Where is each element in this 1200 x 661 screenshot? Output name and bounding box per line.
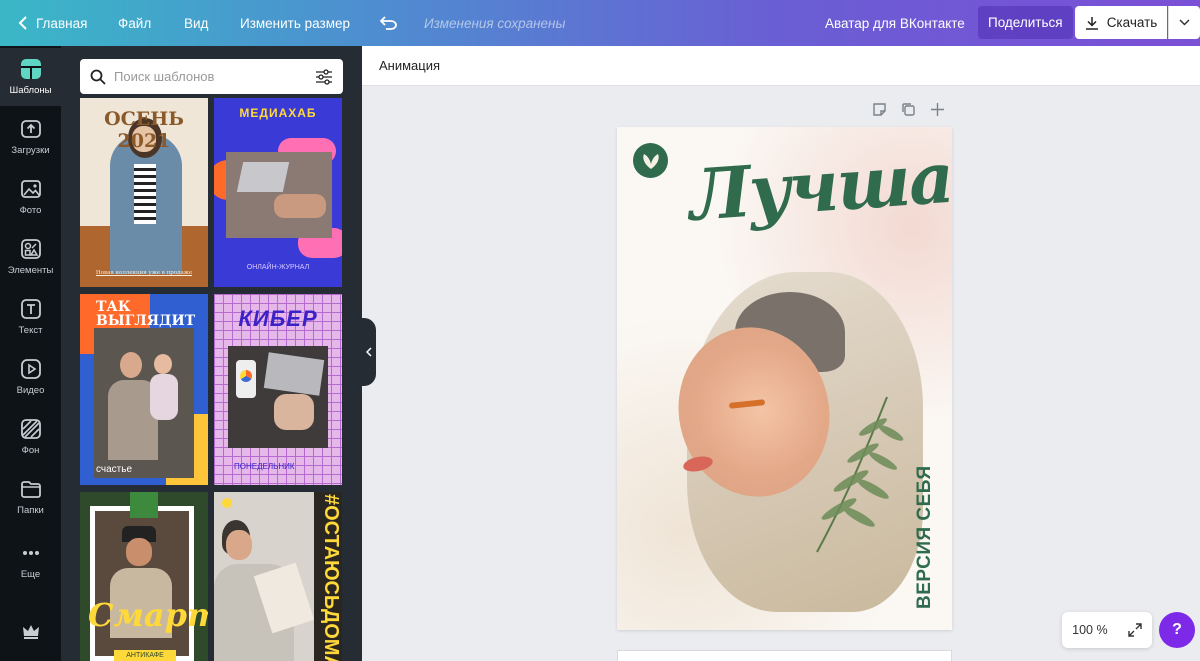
- video-icon: [20, 359, 41, 379]
- background-icon: [20, 419, 41, 439]
- rail-label: Текст: [18, 325, 43, 336]
- templates-panel: ОСЕНЬ 2021 Новая коллекция уже в продаже…: [61, 46, 362, 661]
- top-bar: Главная Файл Вид Изменить размер Изменен…: [0, 0, 1200, 46]
- rail-item-folders[interactable]: Папки: [0, 468, 61, 526]
- template-title: МЕДИАХАБ: [239, 106, 317, 120]
- search-icon: [90, 69, 106, 85]
- premium-crown[interactable]: [0, 602, 61, 660]
- resize-button[interactable]: Изменить размер: [240, 0, 350, 46]
- rail-item-photos[interactable]: Фото: [0, 168, 61, 226]
- upload-icon: [20, 120, 41, 138]
- download-label: Скачать: [1106, 15, 1158, 30]
- fern-leaf: [816, 396, 904, 553]
- design-canvas[interactable]: Лучшая ВЕРСИЯ СЕБЯ: [617, 127, 952, 630]
- rail-item-templates[interactable]: Шаблоны: [0, 48, 61, 106]
- template-caption: Новая коллекция уже в продаже: [95, 270, 193, 276]
- download-options-button[interactable]: [1168, 6, 1200, 39]
- templates-icon: [20, 59, 41, 79]
- template-card[interactable]: КИБЕР ПОНЕДЕЛЬНИК: [214, 294, 342, 485]
- editor-toolbar: Анимация: [362, 46, 1200, 86]
- collapse-panel-button[interactable]: [362, 318, 376, 386]
- template-card[interactable]: МЕДИАХАБ ОНЛАЙН-ЖУРНАЛ: [214, 98, 342, 287]
- more-icon: [22, 551, 39, 555]
- file-menu[interactable]: Файл: [118, 0, 151, 46]
- chevron-left-icon: [18, 16, 27, 30]
- template-caption: ОНЛАЙН-ЖУРНАЛ: [246, 264, 310, 271]
- text-icon: [20, 299, 41, 319]
- rail-label: Видео: [16, 385, 45, 396]
- page-tools: [872, 102, 945, 120]
- rail-label: Фон: [21, 445, 40, 456]
- template-card[interactable]: ОСЕНЬ 2021 Новая коллекция уже в продаже: [80, 98, 208, 287]
- next-page-preview[interactable]: [617, 650, 952, 661]
- template-title: КИБЕР: [238, 306, 318, 331]
- template-card[interactable]: #ОСТАЮСЬДОМА: [214, 492, 342, 661]
- template-card[interactable]: Смарт АНТИКАФЕ: [80, 492, 208, 661]
- rail-item-uploads[interactable]: Загрузки: [0, 108, 61, 166]
- search-input[interactable]: [114, 69, 307, 84]
- rail-item-text[interactable]: Текст: [0, 288, 61, 346]
- elements-icon: [20, 239, 41, 259]
- rail-item-background[interactable]: Фон: [0, 408, 61, 466]
- template-title: ТАК ВЫГЛЯДИТ: [96, 299, 196, 329]
- filter-icon[interactable]: [315, 68, 333, 85]
- rail-label: Загрузки: [11, 145, 50, 156]
- chevron-down-icon: [1179, 19, 1190, 26]
- template-caption: счастье: [96, 464, 133, 475]
- design-title[interactable]: Аватар для ВКонтакте: [825, 0, 965, 46]
- home-label: Главная: [36, 15, 88, 31]
- help-button[interactable]: ?: [1159, 612, 1195, 648]
- download-button[interactable]: Скачать: [1075, 6, 1167, 39]
- rail-item-video[interactable]: Видео: [0, 348, 61, 406]
- add-page-icon[interactable]: [930, 102, 945, 117]
- view-menu[interactable]: Вид: [184, 0, 208, 46]
- zoom-level[interactable]: 100 %: [1072, 623, 1107, 637]
- save-status: Изменения сохранены: [424, 15, 566, 31]
- brand-logo: [633, 143, 668, 178]
- rail-label: Фото: [19, 205, 42, 216]
- rail-label: Элементы: [7, 265, 54, 276]
- share-button[interactable]: Поделиться: [978, 6, 1073, 39]
- animation-button[interactable]: Анимация: [379, 58, 440, 73]
- crown-icon: [22, 625, 39, 639]
- side-navigation: Шаблоны Загрузки Фото Элементы Текст Вид…: [0, 46, 61, 661]
- template-caption: ПОНЕДЕЛЬНИК: [234, 462, 295, 471]
- duplicate-icon[interactable]: [901, 102, 916, 117]
- zoom-control[interactable]: 100 %: [1062, 612, 1152, 648]
- chevron-left-icon: [366, 347, 372, 357]
- undo-button[interactable]: [380, 0, 398, 46]
- folder-icon: [20, 481, 41, 498]
- rail-label: Шаблоны: [9, 85, 52, 96]
- template-title: #ОСТАЮСЬДОМА: [320, 494, 342, 661]
- rail-label: Еще: [20, 569, 41, 580]
- home-button[interactable]: Главная: [18, 0, 87, 46]
- template-caption: АНТИКАФЕ: [114, 650, 176, 661]
- design-vertical-text[interactable]: ВЕРСИЯ СЕБЯ: [914, 459, 936, 609]
- template-search: [80, 59, 343, 94]
- template-card[interactable]: ТАК ВЫГЛЯДИТ счастье: [80, 294, 208, 485]
- leaf-logo-icon: [642, 153, 659, 169]
- rail-item-elements[interactable]: Элементы: [0, 228, 61, 286]
- fullscreen-icon[interactable]: [1128, 623, 1142, 637]
- rail-item-more[interactable]: Еще: [0, 532, 61, 590]
- rail-label: Папки: [17, 505, 44, 516]
- note-icon[interactable]: [872, 102, 887, 117]
- photo-icon: [20, 180, 41, 198]
- download-icon: [1085, 16, 1098, 30]
- template-title: Смарт: [88, 596, 208, 634]
- undo-icon: [380, 16, 397, 30]
- template-title: ОСЕНЬ 2021: [104, 108, 184, 152]
